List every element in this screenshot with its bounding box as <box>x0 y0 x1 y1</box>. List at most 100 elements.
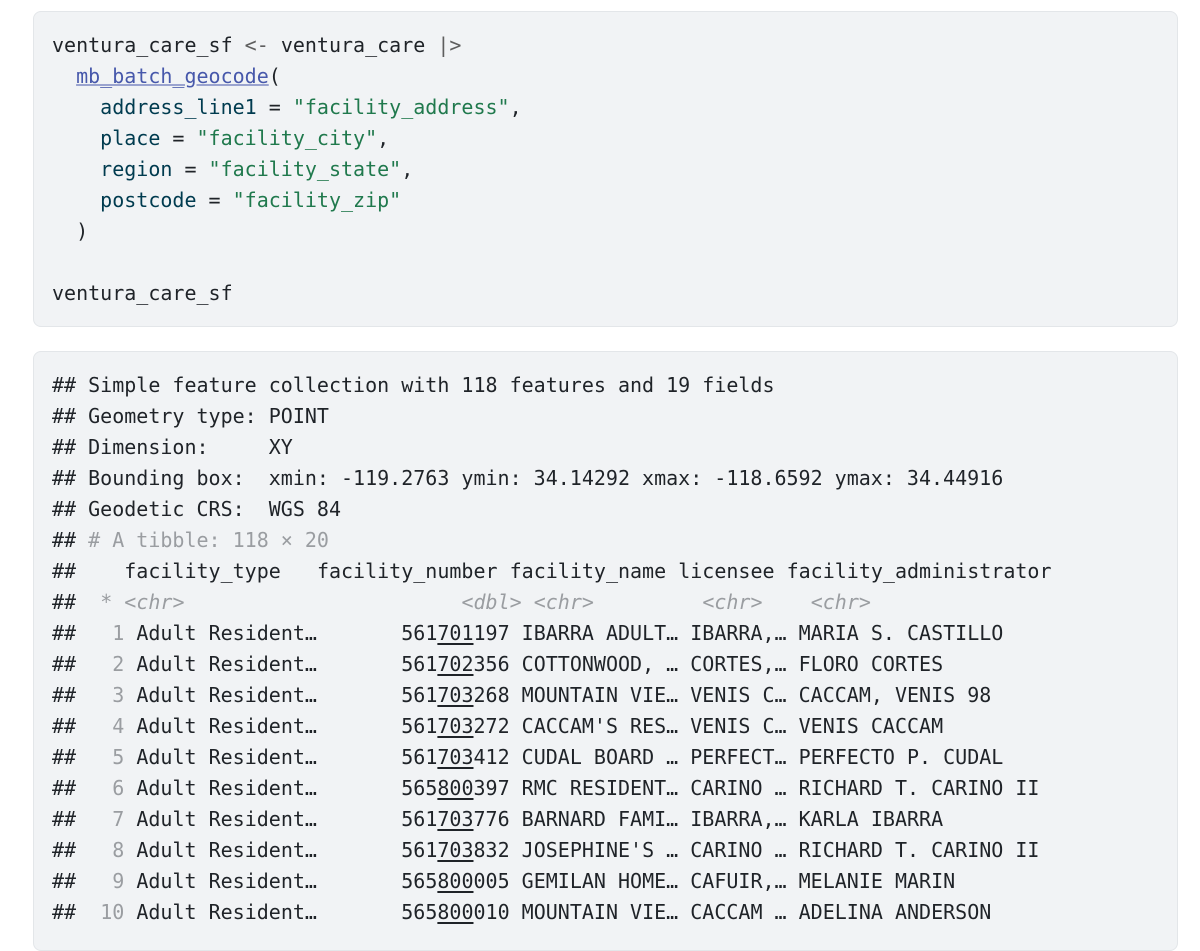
cell-facility-administrator: PERFECTO P. CUDAL <box>798 745 1004 769</box>
cell-facility-name: MOUNTAIN VIE… <box>521 683 679 707</box>
arg-value: "facility_zip" <box>232 188 402 212</box>
cell-facility-name: RMC RESIDENT… <box>521 776 679 800</box>
number-part: 268 <box>473 683 510 707</box>
tibble-summary: # A tibble: 118 × 20 <box>88 528 329 552</box>
arg-name: region <box>100 157 173 181</box>
column-header: licensee <box>678 559 775 583</box>
cell-facility-type: Adult Resident… <box>136 683 317 707</box>
row-number: 7 <box>112 807 125 831</box>
row-number: 8 <box>112 838 125 862</box>
code-text: ventura_care_sf <- ventura_care |> mb_ba… <box>52 33 522 305</box>
row-number: 9 <box>112 869 125 893</box>
number-part-underlined: 702 <box>437 652 474 676</box>
cell-facility-type: Adult Resident… <box>136 714 317 738</box>
arg-value: "facility_state" <box>208 157 402 181</box>
cell-facility-number: 561701197 <box>401 621 509 645</box>
sf-header-line: Bounding box: xmin: -119.2763 ymin: 34.1… <box>88 466 1004 490</box>
output-prefix: ## <box>52 869 77 893</box>
output-prefix: ## <box>52 900 77 924</box>
number-part: 561 <box>401 714 438 738</box>
cell-facility-administrator: CACCAM, VENIS 98 <box>798 683 992 707</box>
arg-name: place <box>100 126 161 150</box>
output-prefix: ## <box>52 652 77 676</box>
cell-licensee: CACCAM … <box>690 900 787 924</box>
output-prefix: ## <box>52 497 77 521</box>
number-part: 561 <box>401 652 438 676</box>
number-part: 412 <box>473 745 510 769</box>
cell-facility-administrator: VENIS CACCAM <box>798 714 944 738</box>
cell-facility-administrator: RICHARD T. CARINO II <box>798 838 1040 862</box>
cell-facility-number: 565800005 <box>401 869 509 893</box>
cell-facility-type: Adult Resident… <box>136 776 317 800</box>
output-prefix: ## <box>52 559 77 583</box>
number-part-underlined: 703 <box>437 838 474 862</box>
number-part: 197 <box>473 621 510 645</box>
column-type: <chr> <box>124 590 185 614</box>
cell-facility-name: CUDAL BOARD … <box>521 745 679 769</box>
number-part: 561 <box>401 683 438 707</box>
number-part: 272 <box>473 714 510 738</box>
number-part-underlined: 800 <box>437 900 474 924</box>
output-prefix: ## <box>52 683 77 707</box>
cell-licensee: CARINO … <box>690 776 787 800</box>
number-part: 776 <box>473 807 510 831</box>
cell-facility-name: IBARRA ADULT… <box>521 621 679 645</box>
number-part: 561 <box>401 838 438 862</box>
cell-facility-type: Adult Resident… <box>136 838 317 862</box>
cell-licensee: CARINO … <box>690 838 787 862</box>
number-part: 561 <box>401 745 438 769</box>
console-output: ## Simple feature collection with 118 fe… <box>52 370 1051 928</box>
cell-facility-number: 561703832 <box>401 838 509 862</box>
column-header: facility_name <box>509 559 667 583</box>
number-part: 010 <box>473 900 510 924</box>
output-chunk: ## Simple feature collection with 118 fe… <box>33 351 1178 951</box>
cell-facility-name: CACCAM'S RES… <box>521 714 679 738</box>
row-number: 10 <box>100 900 125 924</box>
column-header: facility_administrator <box>786 559 1052 583</box>
number-part: 561 <box>401 621 438 645</box>
output-prefix: ## <box>52 435 77 459</box>
number-part: 397 <box>473 776 510 800</box>
cell-facility-number: 565800010 <box>401 900 509 924</box>
type-marker: * <box>100 590 113 614</box>
output-prefix: ## <box>52 807 77 831</box>
cell-licensee: VENIS C… <box>690 683 787 707</box>
output-prefix: ## <box>52 590 77 614</box>
arg-name: postcode <box>100 188 197 212</box>
cell-facility-administrator: MARIA S. CASTILLO <box>798 621 1004 645</box>
sf-header-line: Geometry type: POINT <box>88 404 329 428</box>
cell-facility-name: BARNARD FAMI… <box>521 807 679 831</box>
row-number: 1 <box>112 621 125 645</box>
row-number: 3 <box>112 683 125 707</box>
number-part-underlined: 703 <box>437 745 474 769</box>
source-name: ventura_care <box>280 33 426 57</box>
output-prefix: ## <box>52 714 77 738</box>
column-type: <chr> <box>702 590 763 614</box>
output-prefix: ## <box>52 373 77 397</box>
pipe-operator: |> <box>437 33 462 57</box>
cell-licensee: CORTES,… <box>690 652 787 676</box>
function-link[interactable]: mb_batch_geocode <box>76 64 269 88</box>
print-var: ventura_care_sf <box>52 281 233 305</box>
number-part-underlined: 701 <box>437 621 474 645</box>
number-part-underlined: 800 <box>437 869 474 893</box>
cell-facility-name: JOSEPHINE'S … <box>521 838 679 862</box>
output-prefix: ## <box>52 621 77 645</box>
cell-facility-number: 561703412 <box>401 745 509 769</box>
cell-facility-administrator: KARLA IBARRA <box>798 807 944 831</box>
output-prefix: ## <box>52 745 77 769</box>
number-part-underlined: 703 <box>437 683 474 707</box>
cell-facility-number: 561703272 <box>401 714 509 738</box>
sf-header-line: Simple feature collection with 118 featu… <box>88 373 775 397</box>
cell-facility-name: MOUNTAIN VIE… <box>521 900 679 924</box>
number-part: 565 <box>401 776 438 800</box>
cell-facility-administrator: RICHARD T. CARINO II <box>798 776 1040 800</box>
column-header: facility_number <box>316 559 498 583</box>
cell-facility-administrator: MELANIE MARIN <box>798 869 956 893</box>
number-part: 005 <box>473 869 510 893</box>
column-type: <chr> <box>810 590 871 614</box>
output-prefix: ## <box>52 776 77 800</box>
column-header: facility_type <box>124 559 281 583</box>
cell-facility-number: 561703268 <box>401 683 509 707</box>
number-part: 356 <box>473 652 510 676</box>
